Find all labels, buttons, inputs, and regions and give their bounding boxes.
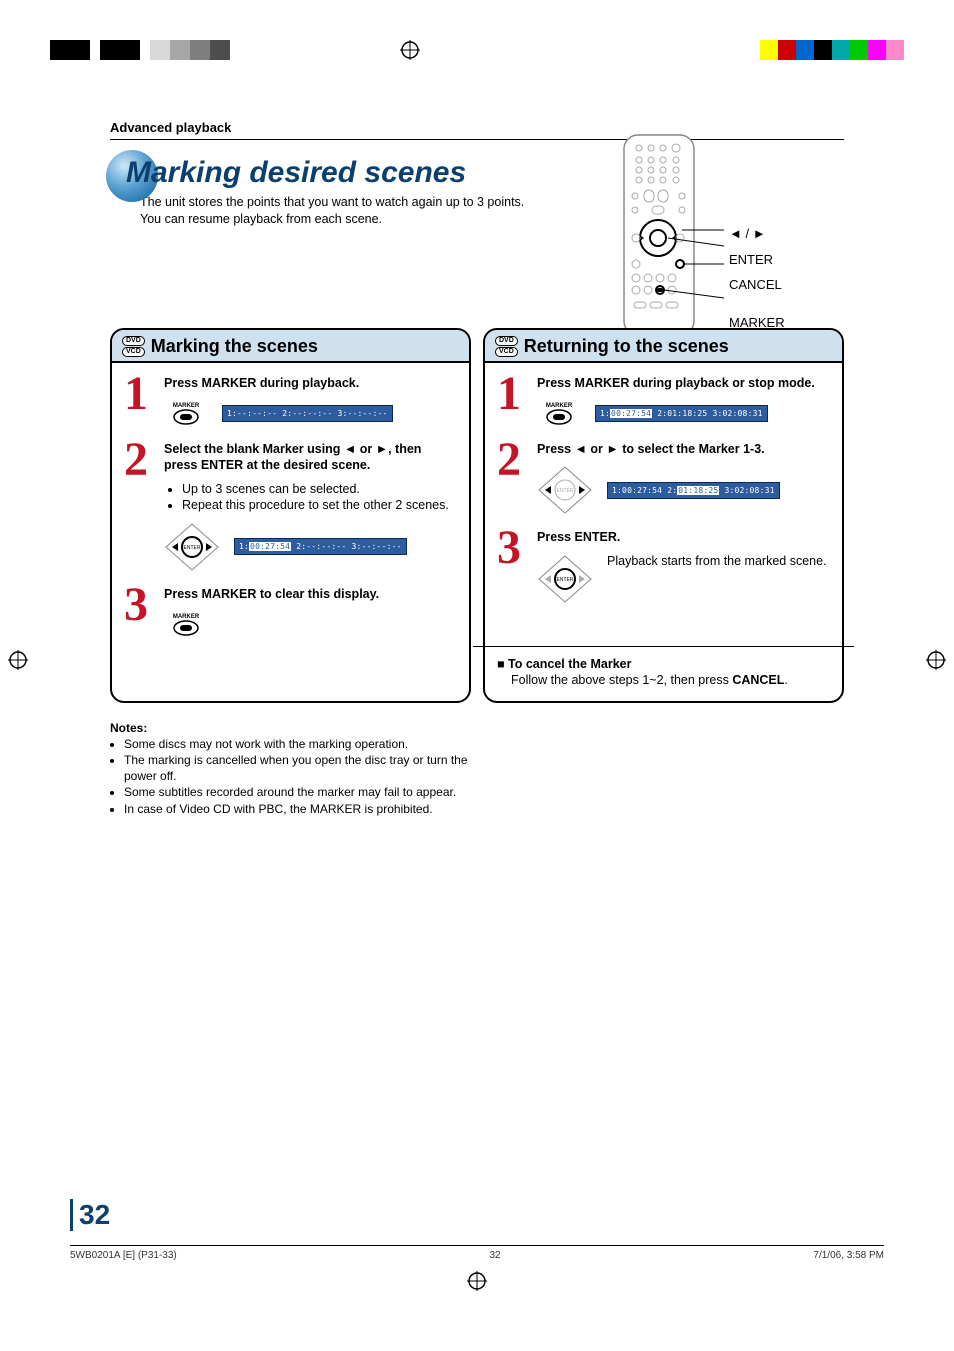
remote-label-cancel: CANCEL <box>729 275 785 295</box>
title-desc-2: You can resume playback from each scene. <box>140 212 382 226</box>
footer-left: 5WB0201A [E] (P31-33) <box>70 1250 177 1261</box>
step-number: 3 <box>124 586 156 641</box>
panel-returning: DVD VCD Returning to the scenes 1 Press … <box>483 328 844 703</box>
enter-pad-icon: ENTER <box>164 522 220 572</box>
page-title: Marking desired scenes <box>110 156 844 190</box>
remote-label-nav: ◄ / ► <box>729 224 785 244</box>
registration-mark-bottom <box>467 1271 487 1291</box>
svg-text:ENTER: ENTER <box>557 577 574 583</box>
notes-block: Notes: Some discs may not work with the … <box>110 721 480 818</box>
osd-display: 1:00:27:54 2:--:--:-- 3:--:--:-- <box>234 538 407 555</box>
marker-button-icon: MARKER <box>537 399 581 427</box>
left-color-blocks <box>50 40 230 60</box>
right-color-blocks <box>760 40 904 60</box>
dvd-badge: DVD <box>495 336 518 346</box>
bullet: Up to 3 scenes can be selected. <box>182 482 457 496</box>
step-number: 2 <box>124 441 156 572</box>
bullet: Repeat this procedure to set the other 2… <box>182 498 457 512</box>
step-title: Press ◄ or ► to select the Marker 1-3. <box>537 441 830 457</box>
step-title: Press ENTER. <box>537 529 830 545</box>
footer-bar: 5WB0201A [E] (P31-33) 32 7/1/06, 3:58 PM <box>70 1245 884 1261</box>
right-step-1: 1 Press MARKER during playback or stop m… <box>497 375 830 427</box>
step-number: 1 <box>497 375 529 427</box>
main-content: Marking desired scenes The unit stores t… <box>110 156 844 817</box>
svg-text:ENTER: ENTER <box>184 545 201 551</box>
panel-marking-header: DVD VCD Marking the scenes <box>112 330 469 363</box>
panel-marking-body: 1 Press MARKER during playback. MARKER <box>112 363 469 673</box>
right-step-3: 3 Press ENTER. ENTER <box>497 529 830 603</box>
enter-pad-icon: ENTER <box>537 554 593 604</box>
left-step-1: 1 Press MARKER during playback. MARKER <box>124 375 457 427</box>
osd-display: 1:00:27:54 2:01:18:25 3:02:08:31 <box>595 405 768 422</box>
panel-returning-body: 1 Press MARKER during playback or stop m… <box>485 363 842 636</box>
step-number: 2 <box>497 441 529 515</box>
marker-button-icon: MARKER <box>164 610 208 638</box>
dvd-badge: DVD <box>122 336 145 346</box>
cancel-body: Follow the above steps 1~2, then press C… <box>511 673 830 687</box>
step-desc: Playback starts from the marked scene. <box>607 554 827 568</box>
vcd-badge: VCD <box>495 347 518 357</box>
left-step-2: 2 Select the blank Marker using ◄ or ►, … <box>124 441 457 572</box>
marker-button-icon: MARKER <box>164 399 208 427</box>
notes-title: Notes: <box>110 721 480 735</box>
footer-center: 32 <box>490 1250 501 1261</box>
page-number: 32 <box>70 1199 110 1231</box>
svg-text:MARKER: MARKER <box>173 403 200 409</box>
registration-mark-left <box>8 650 28 670</box>
panel-returning-title: Returning to the scenes <box>524 336 729 357</box>
panel-returning-header: DVD VCD Returning to the scenes <box>485 330 842 363</box>
left-step-3: 3 Press MARKER to clear this display. MA… <box>124 586 457 641</box>
note-item: Some discs may not work with the marking… <box>124 737 480 753</box>
svg-text:ENTER: ENTER <box>557 488 574 494</box>
footer-right: 7/1/06, 3:58 PM <box>813 1250 884 1261</box>
step-number: 1 <box>124 375 156 427</box>
osd-display: 1:00:27:54 2:01:18:25 3:02:08:31 <box>607 482 780 499</box>
osd-display: 1:--:--:-- 2:--:--:-- 3:--:--:-- <box>222 405 393 422</box>
note-item: In case of Video CD with PBC, the MARKER… <box>124 802 480 818</box>
step-title: Press MARKER during playback. <box>164 375 457 391</box>
note-item: The marking is cancelled when you open t… <box>124 753 480 784</box>
step-bullets: Up to 3 scenes can be selected. Repeat t… <box>182 482 457 512</box>
svg-text:MARKER: MARKER <box>173 614 200 620</box>
panel-marking-title: Marking the scenes <box>151 336 318 357</box>
step-number: 3 <box>497 529 529 603</box>
svg-text:MARKER: MARKER <box>546 403 573 409</box>
disc-badges: DVD VCD <box>495 336 518 357</box>
cancel-block: To cancel the Marker Follow the above st… <box>485 657 842 701</box>
disc-badges: DVD VCD <box>122 336 145 357</box>
print-header-bar <box>50 40 904 60</box>
remote-label-enter: ENTER <box>729 250 785 270</box>
step-title: Press MARKER during playback or stop mod… <box>537 375 830 391</box>
step-title: Press MARKER to clear this display. <box>164 586 457 602</box>
panel-divider <box>473 646 854 647</box>
notes-list: Some discs may not work with the marking… <box>110 737 480 818</box>
registration-mark-top <box>400 40 420 60</box>
panel-marking: DVD VCD Marking the scenes 1 Press MARKE… <box>110 328 471 703</box>
columns: DVD VCD Marking the scenes 1 Press MARKE… <box>110 328 844 703</box>
note-item: Some subtitles recorded around the marke… <box>124 785 480 801</box>
registration-mark-right <box>926 650 946 670</box>
title-desc-1: The unit stores the points that you want… <box>140 195 524 209</box>
right-step-2: 2 Press ◄ or ► to select the Marker 1-3.… <box>497 441 830 515</box>
step-title: Select the blank Marker using ◄ or ►, th… <box>164 441 457 474</box>
nav-pad-icon: ENTER <box>537 465 593 515</box>
cancel-title: To cancel the Marker <box>497 657 830 671</box>
page: Advanced playback Marking desired scenes… <box>0 0 954 1351</box>
remote-labels: ◄ / ► ENTER CANCEL MARKER <box>729 224 785 338</box>
vcd-badge: VCD <box>122 347 145 357</box>
